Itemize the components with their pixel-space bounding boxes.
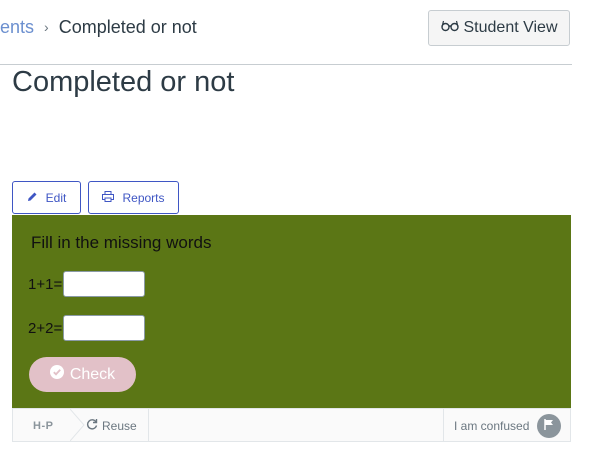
page-title: Completed or not — [12, 66, 235, 98]
check-circle-icon — [49, 365, 64, 384]
footer-divider — [148, 409, 149, 441]
breadcrumb-parent-link[interactable]: ents — [0, 17, 34, 38]
question-row: 2+2= — [28, 315, 146, 341]
footer-chevron-separator — [70, 409, 85, 441]
edit-label: Edit — [45, 190, 67, 205]
confused-link[interactable]: I am confused — [454, 419, 529, 433]
breadcrumb-current: Completed or not — [58, 16, 197, 37]
refresh-icon — [86, 418, 98, 433]
edit-button[interactable]: Edit — [12, 181, 81, 214]
flag-icon — [544, 417, 554, 435]
printer-icon — [102, 190, 115, 205]
question-prompt: 1+1= — [28, 275, 63, 293]
blank-input-2[interactable] — [63, 315, 146, 341]
glasses-icon — [440, 19, 459, 38]
check-button[interactable]: Check — [29, 357, 136, 392]
reuse-button[interactable]: Reuse — [86, 418, 137, 433]
check-label: Check — [69, 365, 116, 383]
reports-button[interactable]: Reports — [88, 181, 179, 214]
h5p-content-panel: Fill in the missing words 1+1= 2+2= Chec… — [12, 215, 571, 408]
task-description: Fill in the missing words — [31, 233, 212, 252]
footer-divider — [443, 409, 444, 441]
reuse-label: Reuse — [102, 418, 137, 433]
flag-button[interactable] — [537, 414, 561, 438]
question-row: 1+1= — [28, 271, 146, 297]
reports-label: Reports — [122, 190, 165, 205]
h5p-logo: H-P — [33, 420, 54, 432]
breadcrumb-separator: › — [44, 19, 49, 35]
h5p-footer: H-P Reuse I am confused — [12, 408, 571, 442]
student-view-label: Student View — [463, 19, 558, 36]
blank-input-1[interactable] — [63, 271, 146, 297]
question-prompt: 2+2= — [28, 319, 63, 337]
pencil-icon — [27, 191, 38, 205]
breadcrumb: ents › Completed or not — [0, 16, 197, 38]
student-view-button[interactable]: Student View — [428, 10, 570, 46]
